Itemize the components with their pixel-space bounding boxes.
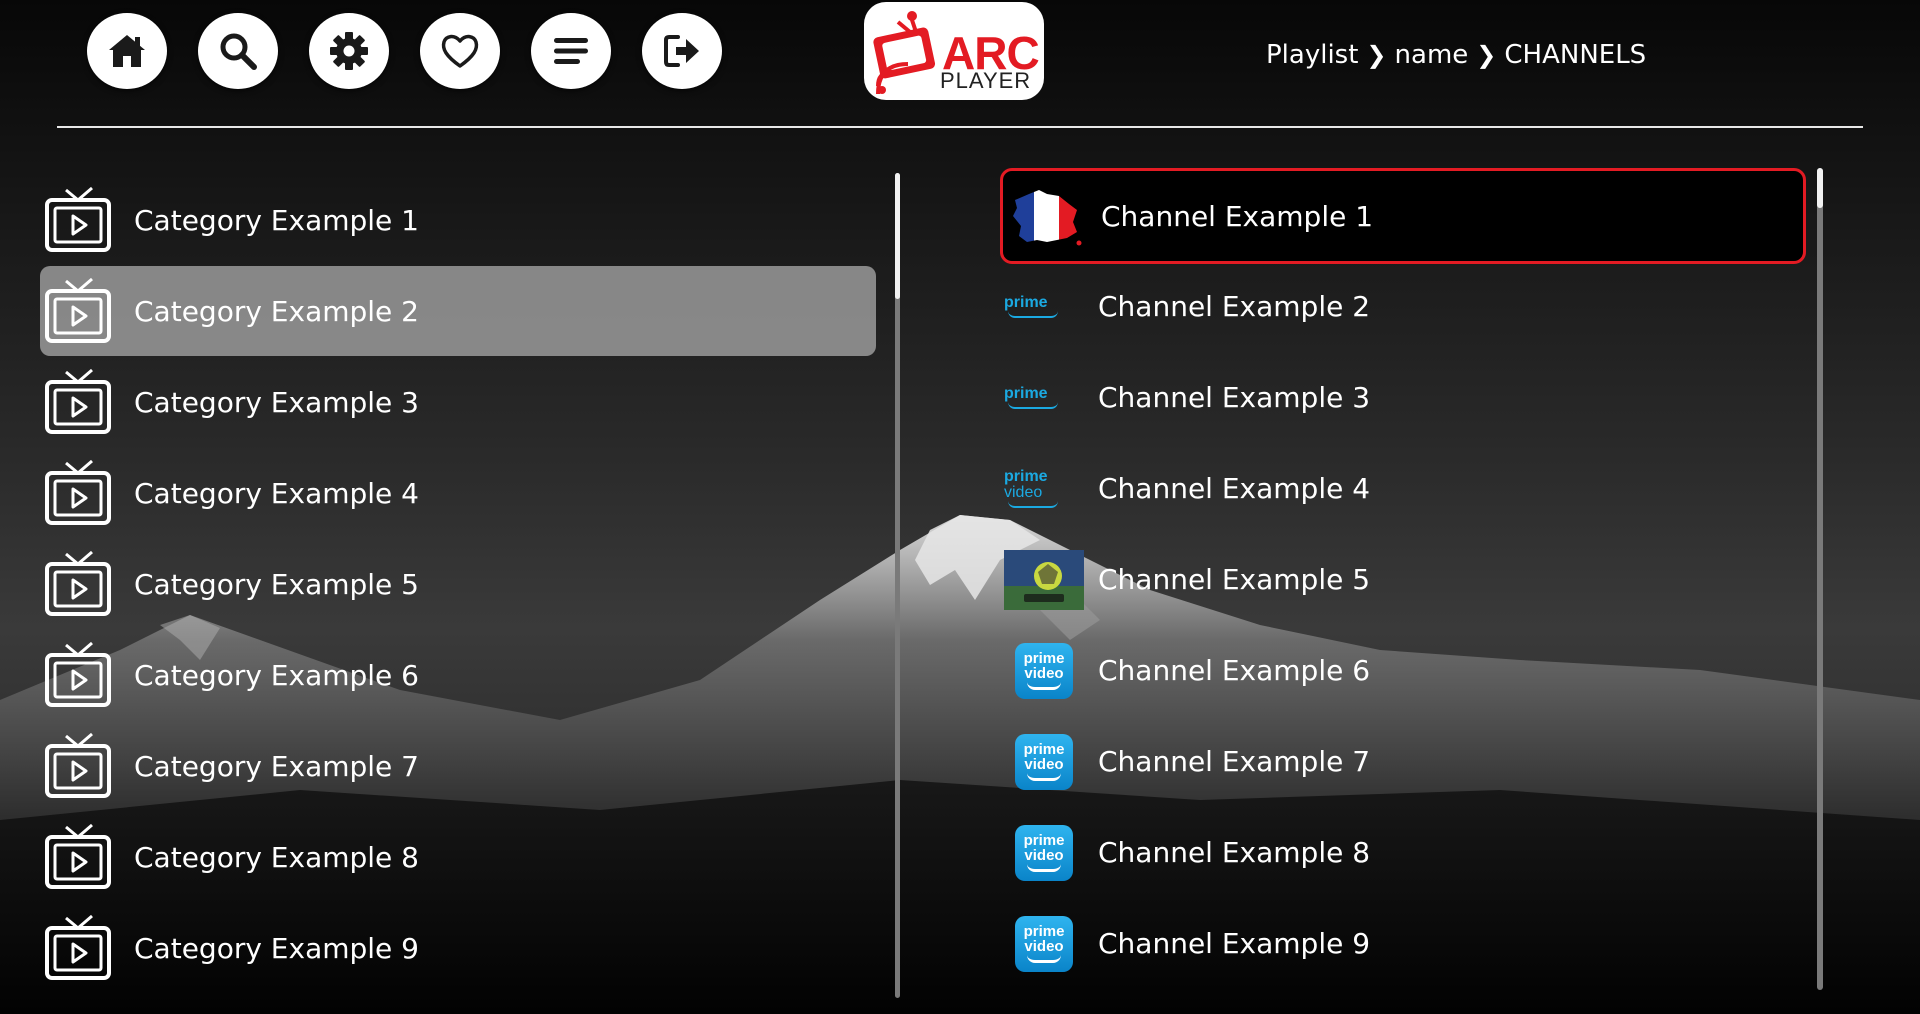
breadcrumb-playlist[interactable]: Playlist bbox=[1266, 40, 1358, 70]
channel-logo: prime video bbox=[1004, 732, 1084, 792]
category-label: Category Example 9 bbox=[134, 931, 419, 965]
channel-item[interactable]: Channel Example 1 bbox=[1000, 168, 1806, 264]
category-item[interactable]: Category Example 1 bbox=[40, 175, 876, 265]
logout-icon bbox=[664, 35, 699, 67]
channel-label: Channel Example 7 bbox=[1098, 745, 1371, 778]
arc-player-logo: ARC PLAYER bbox=[864, 2, 1044, 100]
channel-logo: prime bbox=[1004, 368, 1084, 428]
search-button[interactable] bbox=[198, 13, 278, 89]
channel-label: Channel Example 6 bbox=[1098, 654, 1371, 687]
channel-label: Channel Example 4 bbox=[1098, 472, 1371, 505]
header-divider bbox=[57, 126, 1863, 128]
breadcrumb-name[interactable]: name bbox=[1395, 40, 1469, 70]
category-item[interactable]: Category Example 6 bbox=[40, 630, 876, 720]
prime-video-logo-icon: prime video bbox=[1004, 469, 1084, 508]
tv-icon bbox=[45, 186, 111, 252]
heart-icon bbox=[441, 34, 479, 68]
channel-label: Channel Example 9 bbox=[1098, 927, 1371, 960]
category-item[interactable]: Category Example 3 bbox=[40, 357, 876, 447]
prime-video-tile-icon: prime video bbox=[1015, 824, 1073, 881]
home-icon bbox=[109, 35, 145, 67]
tv-icon bbox=[45, 550, 111, 616]
gear-icon bbox=[330, 32, 368, 70]
channel-logo: prime video bbox=[1004, 914, 1084, 974]
channel-label: Channel Example 1 bbox=[1101, 199, 1374, 233]
chevron-right-icon: ❯ bbox=[1366, 41, 1387, 69]
channel-scrollbar[interactable] bbox=[1817, 168, 1823, 990]
tv-icon bbox=[45, 277, 111, 343]
channel-item[interactable]: prime video Channel Example 6 bbox=[1000, 625, 1806, 716]
category-item[interactable]: Category Example 4 bbox=[40, 448, 876, 538]
channel-logo: prime video bbox=[1004, 641, 1084, 701]
tv-icon bbox=[45, 459, 111, 525]
category-label: Category Example 6 bbox=[134, 658, 419, 692]
category-label: Category Example 5 bbox=[134, 567, 419, 601]
top-nav bbox=[87, 13, 753, 93]
chevron-right-icon: ❯ bbox=[1476, 41, 1497, 69]
category-scrollbar[interactable] bbox=[895, 173, 900, 998]
settings-button[interactable] bbox=[309, 13, 389, 89]
tv-icon bbox=[45, 732, 111, 798]
tv-icon bbox=[45, 368, 111, 434]
prime-logo-icon: prime bbox=[1004, 295, 1084, 318]
prime-video-tile-icon: prime video bbox=[1015, 915, 1073, 972]
channel-list: Channel Example 1 prime Channel Example 2p… bbox=[1000, 168, 1806, 989]
channel-item[interactable]: prime video Channel Example 7 bbox=[1000, 716, 1806, 807]
channel-item[interactable]: prime video Channel Example 4 bbox=[1000, 443, 1806, 534]
category-item[interactable]: Category Example 8 bbox=[40, 812, 876, 902]
channel-logo: prime bbox=[1004, 277, 1084, 337]
channel-label: Channel Example 2 bbox=[1098, 290, 1371, 323]
category-scrollbar-thumb[interactable] bbox=[895, 173, 900, 299]
prime-video-tile-icon: prime video bbox=[1015, 733, 1073, 790]
favorites-button[interactable] bbox=[420, 13, 500, 89]
category-label: Category Example 3 bbox=[134, 385, 419, 419]
soccer-thumbnail-icon bbox=[1004, 549, 1084, 610]
home-button[interactable] bbox=[87, 13, 167, 89]
category-label: Category Example 4 bbox=[134, 476, 419, 510]
tv-icon bbox=[45, 914, 111, 980]
menu-button[interactable] bbox=[531, 13, 611, 89]
category-item[interactable]: Category Example 5 bbox=[40, 539, 876, 629]
channel-label: Channel Example 8 bbox=[1098, 836, 1371, 869]
search-icon bbox=[220, 33, 257, 70]
channel-item[interactable]: Channel Example 5 bbox=[1000, 534, 1806, 625]
category-label: Category Example 2 bbox=[134, 294, 419, 328]
category-label: Category Example 8 bbox=[134, 840, 419, 874]
category-item[interactable]: Category Example 7 bbox=[40, 721, 876, 811]
category-list: Category Example 1 Category Example 2 Cate… bbox=[40, 175, 876, 994]
channel-label: Channel Example 3 bbox=[1098, 381, 1371, 414]
category-item[interactable]: Category Example 2 bbox=[40, 266, 876, 356]
prime-video-tile-icon: prime video bbox=[1015, 642, 1073, 699]
menu-icon bbox=[554, 38, 588, 64]
channel-scrollbar-thumb[interactable] bbox=[1817, 168, 1823, 208]
channel-item[interactable]: prime Channel Example 2 bbox=[1000, 261, 1806, 352]
logout-button[interactable] bbox=[642, 13, 722, 89]
tv-icon bbox=[45, 641, 111, 707]
channel-item[interactable]: prime Channel Example 3 bbox=[1000, 352, 1806, 443]
category-item[interactable]: Category Example 9 bbox=[40, 903, 876, 993]
tv-icon bbox=[45, 823, 111, 889]
channel-item[interactable]: prime video Channel Example 8 bbox=[1000, 807, 1806, 898]
prime-logo-icon: prime bbox=[1004, 386, 1084, 409]
channel-logo bbox=[1004, 549, 1084, 610]
channel-label: Channel Example 5 bbox=[1098, 563, 1371, 596]
breadcrumb-channels: CHANNELS bbox=[1504, 40, 1647, 70]
logo-player-text: PLAYER bbox=[940, 68, 1032, 93]
channel-logo: prime video bbox=[1004, 823, 1084, 883]
category-label: Category Example 7 bbox=[134, 749, 419, 783]
breadcrumb: Playlist ❯ name ❯ CHANNELS bbox=[1266, 40, 1646, 70]
channel-item[interactable]: prime video Channel Example 9 bbox=[1000, 898, 1806, 989]
channel-logo: prime video bbox=[1004, 459, 1084, 519]
category-label: Category Example 1 bbox=[134, 203, 419, 237]
france-flag-map-icon bbox=[1013, 190, 1082, 246]
channel-logo bbox=[1007, 186, 1087, 246]
